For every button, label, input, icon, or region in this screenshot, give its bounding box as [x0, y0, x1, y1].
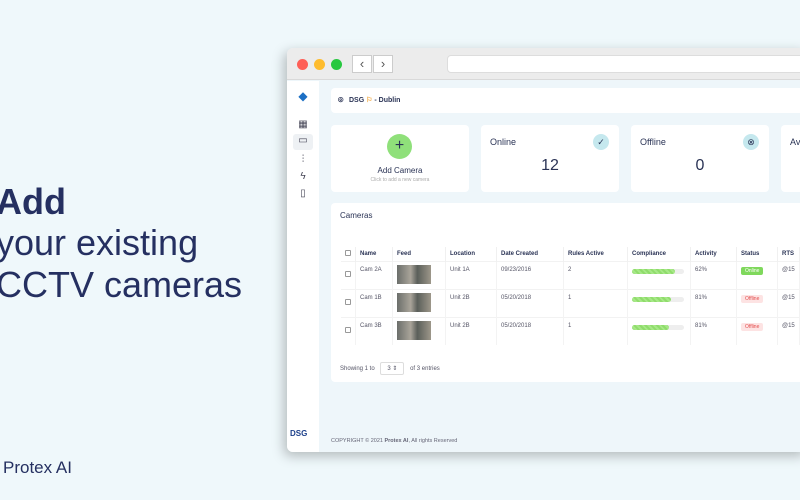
location-name: DSG	[349, 97, 365, 104]
footer-company: Protex AI	[384, 438, 409, 444]
location-header[interactable]: ⌾ DSG ⚐ - Dublin	[331, 88, 800, 113]
page-size-select[interactable]: 3 ⇕	[380, 362, 405, 375]
feed-thumbnail[interactable]	[392, 260, 446, 289]
maximize-button[interactable]	[331, 59, 342, 70]
close-button[interactable]	[297, 59, 308, 70]
forward-icon[interactable]: ›	[373, 55, 393, 73]
column-header-compliance[interactable]: Compliance	[627, 247, 691, 261]
status-cell: Offline	[736, 288, 778, 317]
site-name: Dublin	[378, 97, 401, 104]
showing-prefix: Showing 1 to	[340, 366, 375, 372]
offline-label: Offline	[640, 137, 666, 147]
available-label: Av	[790, 137, 800, 147]
back-icon[interactable]: ‹	[352, 55, 372, 73]
pagination-info: Showing 1 to 3 ⇕ of 3 entries	[340, 362, 440, 375]
sliders-icon[interactable]: ⫶	[295, 153, 311, 167]
rts-url: @15	[777, 260, 800, 289]
row-checkbox[interactable]	[341, 288, 356, 317]
online-card: Online ✓ 12	[481, 125, 619, 192]
location-pin-icon: ⌾	[338, 95, 344, 105]
table-row[interactable]: Cam 3B Unit 2B 05/20/2018 1 81% Offline …	[341, 316, 800, 345]
available-card: Av	[781, 125, 800, 192]
status-badge: Online	[741, 266, 764, 275]
separator: -	[374, 97, 377, 104]
showing-suffix: of 3 entries	[410, 366, 440, 372]
add-camera-subtitle: Click to add a new camera	[370, 177, 430, 183]
copyright: COPYRIGHT © 2021	[331, 438, 383, 444]
cameras-table: Name Feed Location Date Created Rules Active…	[341, 247, 800, 345]
cameras-table-card: Cameras Name Feed Location Date Created Rule…	[331, 203, 800, 382]
rules-active: 1	[563, 288, 628, 317]
compliance-bar	[627, 288, 691, 317]
cameras-title: Cameras	[340, 211, 373, 220]
dashboard-icon[interactable]: ▦	[295, 118, 311, 132]
camera-location: Unit 2B	[445, 316, 497, 345]
hero-line-3: CCTV cameras	[0, 264, 243, 305]
document-icon[interactable]: ▯	[295, 187, 311, 201]
flag-icon: ⚐	[366, 97, 373, 104]
online-label: Online	[490, 137, 517, 147]
x-circle-icon: ⊗	[743, 134, 759, 150]
hero-line-2: your existing	[0, 222, 199, 263]
compliance-bar	[627, 260, 691, 289]
row-checkbox[interactable]	[341, 260, 356, 289]
feed-thumbnail[interactable]	[392, 316, 446, 345]
column-header-date-created[interactable]: Date Created	[496, 247, 564, 261]
online-count: 12	[541, 157, 559, 174]
offline-count: 0	[695, 157, 705, 174]
camera-name: Cam 2A	[355, 260, 393, 289]
brand-name: Protex AI	[3, 458, 72, 477]
column-header-location[interactable]: Location	[445, 247, 497, 261]
select-all-checkbox[interactable]	[341, 247, 356, 261]
browser-window: ‹ › ◆ ▦ ▭ ⫶ ϟ ▯ DSG ⌾ DSG ⚐ - Dublin + A…	[287, 48, 800, 452]
column-header-rules-active[interactable]: Rules Active	[563, 247, 628, 261]
status-cell: Offline	[736, 316, 778, 345]
date-created: 05/20/2018	[496, 288, 564, 317]
camera-icon[interactable]: ▭	[293, 134, 313, 150]
footer: COPYRIGHT © 2021 Protex AI, All rights R…	[331, 438, 457, 444]
column-header-status[interactable]: Status	[736, 247, 778, 261]
sidebar: ◆ ▦ ▭ ⫶ ϟ ▯ DSG	[287, 81, 319, 452]
status-badge: Offline	[741, 294, 764, 303]
app-logo-icon: ◆	[298, 89, 308, 103]
page-size-value: 3	[387, 366, 391, 372]
table-row[interactable]: Cam 2A Unit 1A 09/23/2016 2 62% Online @…	[341, 260, 800, 289]
activity: 81%	[690, 288, 737, 317]
camera-name: Cam 1B	[355, 288, 393, 317]
status-badge: Offline	[741, 322, 764, 331]
camera-name: Cam 3B	[355, 316, 393, 345]
footer-rights: , All rights Reserved	[408, 438, 458, 444]
table-row[interactable]: Cam 1B Unit 2B 05/20/2018 1 81% Offline …	[341, 288, 800, 317]
title-bar: ‹ ›	[287, 48, 800, 80]
row-checkbox[interactable]	[341, 316, 356, 345]
activity: 62%	[690, 260, 737, 289]
add-camera-title: Add Camera	[377, 166, 423, 175]
feed-thumbnail[interactable]	[392, 288, 446, 317]
plus-icon[interactable]: +	[387, 134, 412, 159]
column-header-activity[interactable]: Activity	[690, 247, 737, 261]
date-created: 09/23/2016	[496, 260, 564, 289]
date-created: 05/20/2018	[496, 316, 564, 345]
rules-active: 1	[563, 316, 628, 345]
status-cell: Online	[736, 260, 778, 289]
minimize-button[interactable]	[314, 59, 325, 70]
address-bar[interactable]	[447, 55, 800, 73]
activity: 81%	[690, 316, 737, 345]
hero-line-1: Add	[0, 181, 66, 222]
rules-active: 2	[563, 260, 628, 289]
column-header-rts[interactable]: RTS	[777, 247, 800, 261]
dsg-logo: DSG	[290, 429, 308, 438]
offline-card: Offline ⊗ 0	[631, 125, 769, 192]
hero-headline: Add your existing CCTV cameras	[0, 182, 242, 306]
column-header-name[interactable]: Name	[355, 247, 393, 261]
column-header-feed[interactable]: Feed	[392, 247, 446, 261]
camera-location: Unit 1A	[445, 260, 497, 289]
check-circle-icon: ✓	[593, 134, 609, 150]
lightning-icon[interactable]: ϟ	[295, 170, 311, 184]
compliance-bar	[627, 316, 691, 345]
rts-url: @15	[777, 316, 800, 345]
camera-location: Unit 2B	[445, 288, 497, 317]
rts-url: @15	[777, 288, 800, 317]
add-camera-card[interactable]: + Add Camera Click to add a new camera	[331, 125, 469, 192]
